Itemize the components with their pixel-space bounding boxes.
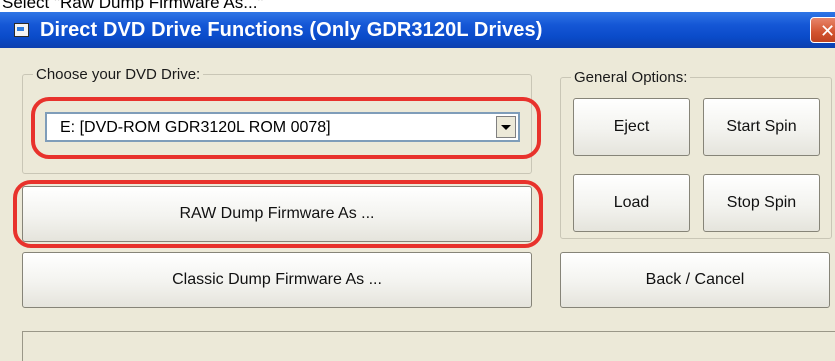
- load-button[interactable]: Load: [573, 174, 690, 232]
- instruction-caption: Select "Raw Dump Firmware As...": [2, 0, 264, 10]
- close-icon[interactable]: ✕: [810, 17, 835, 43]
- window-app-icon: [14, 23, 29, 37]
- drive-select-highlight: [31, 97, 541, 159]
- window-title: Direct DVD Drive Functions (Only GDR3120…: [40, 19, 543, 41]
- start-spin-button[interactable]: Start Spin: [703, 98, 820, 156]
- title-bar[interactable]: Direct DVD Drive Functions (Only GDR3120…: [0, 12, 835, 48]
- dialog-window: Direct DVD Drive Functions (Only GDR3120…: [0, 12, 835, 361]
- stop-spin-button[interactable]: Stop Spin: [703, 174, 820, 232]
- general-options-label: General Options:: [571, 70, 691, 86]
- eject-button[interactable]: Eject: [573, 98, 690, 156]
- raw-dump-highlight: [13, 180, 543, 248]
- drive-group-label: Choose your DVD Drive:: [33, 67, 204, 83]
- back-cancel-button[interactable]: Back / Cancel: [560, 252, 830, 308]
- status-bar: [22, 331, 835, 361]
- classic-dump-firmware-button[interactable]: Classic Dump Firmware As ...: [22, 252, 532, 308]
